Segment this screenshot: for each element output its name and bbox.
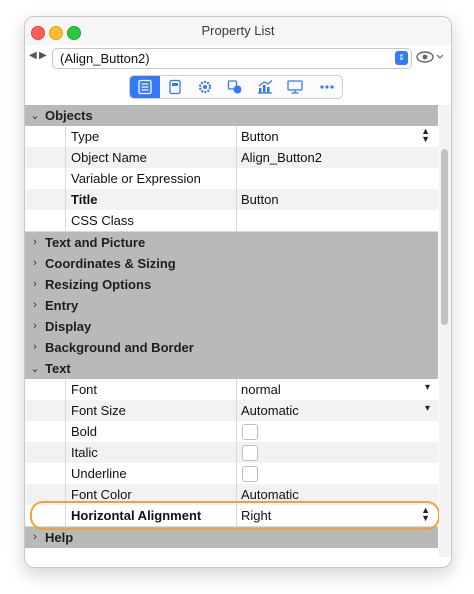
property-list-window: Property List ◀ ▶ (Align_Button2) ⇕ ⌄ Ob… [24,16,452,568]
shapes-tab[interactable] [220,76,250,98]
list-view-tab[interactable] [130,76,160,98]
shapes-icon [227,80,242,94]
chevron-updown-icon[interactable]: ▲ ▼ [421,127,430,144]
property-label: Underline [71,466,127,481]
more-icon [320,85,334,89]
section-coordinates[interactable]: › Coordinates & Sizing [25,253,438,274]
property-row-underline[interactable]: Underline [25,463,438,485]
property-label: Font [71,382,98,397]
chevron-right-icon[interactable]: › [30,236,40,248]
property-category-toolbar [129,75,343,99]
property-label: Bold [71,424,98,439]
font-value[interactable]: normal [241,382,281,397]
chevron-right-icon[interactable]: › [30,278,40,290]
section-objects[interactable]: ⌄ Objects [25,105,438,126]
chevron-updown-icon[interactable]: ⇕ [395,51,408,65]
property-row-bold[interactable]: Bold [25,421,438,443]
chevron-right-icon[interactable]: › [30,299,40,311]
chevron-right-icon[interactable]: › [30,257,40,269]
property-row-font[interactable]: Font normal ▾ [25,379,438,401]
font-size-value[interactable]: Automatic [241,403,299,418]
form-tab[interactable] [160,76,190,98]
settings-tab[interactable] [190,76,220,98]
selected-object-name: (Align_Button2) [60,51,150,66]
section-background[interactable]: › Background and Border [25,337,438,358]
more-tab[interactable] [312,76,342,98]
form-icon [169,79,181,95]
forward-arrow-icon[interactable]: ▶ [39,50,47,61]
section-label: Objects [45,108,93,123]
type-value[interactable]: Button [241,129,279,144]
italic-checkbox[interactable] [242,445,258,461]
window-title: Property List [201,23,275,38]
property-label: Object Name [71,150,147,165]
property-label: Variable or Expression [71,171,201,186]
object-name-value[interactable]: Align_Button2 [241,150,322,165]
title-bar: Property List [25,17,451,45]
property-label: Font Color [71,487,132,502]
section-resizing[interactable]: › Resizing Options [25,274,438,295]
chevron-down-icon[interactable]: ▾ [425,382,430,393]
section-label: Resizing Options [45,277,152,292]
property-row-object-name[interactable]: Object Name Align_Button2 [25,147,438,169]
vertical-scrollbar[interactable] [439,105,451,557]
eye-icon[interactable] [415,48,445,66]
chevron-right-icon[interactable]: › [30,320,40,332]
underline-checkbox[interactable] [242,466,258,482]
chevron-right-icon[interactable]: › [30,531,40,543]
chart-tab[interactable] [250,76,280,98]
section-label: Display [45,319,92,334]
section-entry[interactable]: › Entry [25,295,438,316]
property-row-variable[interactable]: Variable or Expression [25,168,438,190]
object-navigation-row: ◀ ▶ (Align_Button2) ⇕ [25,45,451,71]
chevron-down-icon[interactable]: ⌄ [30,362,40,375]
section-label: Help [45,530,74,545]
property-row-font-size[interactable]: Font Size Automatic ▾ [25,400,438,422]
list-icon [138,79,152,95]
section-label: Text [45,361,71,376]
section-label: Entry [45,298,79,313]
property-label: Type [71,129,100,144]
monitor-icon [287,80,303,94]
gear-icon [198,80,212,94]
chevron-down-icon[interactable]: ▾ [425,403,430,414]
property-label: Title [71,192,98,207]
section-label: Coordinates & Sizing [45,256,176,271]
monitor-tab[interactable] [280,76,310,98]
back-arrow-icon[interactable]: ◀ [29,50,37,61]
title-value[interactable]: Button [241,192,279,207]
section-text-and-picture[interactable]: › Text and Picture [25,232,438,253]
scrollbar-thumb[interactable] [441,149,448,325]
section-label: Background and Border [45,340,194,355]
chart-icon [258,80,273,94]
property-row-title[interactable]: Title Button [25,189,438,211]
chevron-right-icon[interactable]: › [30,341,40,353]
highlight-outline [30,501,440,530]
section-display[interactable]: › Display [25,316,438,337]
property-row-type[interactable]: Type Button ▲ ▼ [25,126,438,148]
chevron-down-icon[interactable]: ⌄ [30,109,40,122]
property-label: Italic [71,445,98,460]
section-help[interactable]: › Help [25,527,438,548]
bold-checkbox[interactable] [242,424,258,440]
object-selector[interactable]: (Align_Button2) ⇕ [52,48,412,69]
property-row-italic[interactable]: Italic [25,442,438,464]
section-text[interactable]: ⌄ Text [25,358,438,379]
font-color-value[interactable]: Automatic [241,487,299,502]
property-label: CSS Class [71,213,134,228]
property-row-css-class[interactable]: CSS Class [25,210,438,232]
section-label: Text and Picture [45,235,146,250]
property-label: Font Size [71,403,126,418]
